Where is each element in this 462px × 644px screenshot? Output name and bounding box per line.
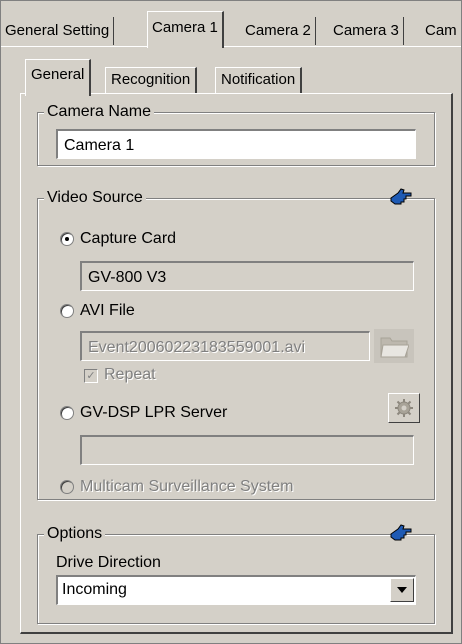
camera-name-group: Camera Name Camera 1: [37, 101, 435, 166]
tab-recognition[interactable]: Recognition: [105, 67, 198, 94]
repeat-checkbox: ✓: [84, 369, 98, 383]
tab-camera-3[interactable]: Camera 3: [329, 17, 404, 45]
avi-file-path-field: Event20060223183559001.avi: [80, 331, 370, 361]
capture-card-device-field: GV-800 V3: [80, 261, 414, 291]
pointing-hand-icon[interactable]: [388, 521, 414, 545]
gear-icon: [395, 399, 413, 417]
repeat-label: Repeat: [104, 366, 156, 383]
triangle-down-icon: [397, 587, 407, 593]
outer-tab-strip: General Setting Camera 1 Camera 2 Camera…: [1, 1, 461, 48]
tab-divider: [1, 46, 461, 47]
avi-file-label: AVI File: [80, 302, 135, 319]
folder-icon[interactable]: [374, 329, 414, 363]
settings-panel: General Setting Camera 1 Camera 2 Camera…: [0, 0, 462, 644]
dropdown-arrow-button[interactable]: [390, 578, 414, 602]
tab-general-setting[interactable]: General Setting: [1, 17, 115, 45]
options-group: Options Drive Direction Incoming: [37, 523, 435, 624]
options-legend: Options: [44, 523, 106, 545]
drive-direction-value: Incoming: [62, 581, 127, 598]
video-source-group: Video Source Capture Card GV-800 V3 AVI …: [37, 187, 435, 500]
gv-dsp-radio-button[interactable]: [60, 406, 74, 420]
drive-direction-select[interactable]: Incoming: [56, 575, 416, 605]
drive-direction-label: Drive Direction: [56, 554, 161, 571]
tab-camera-4[interactable]: Cam: [421, 17, 461, 45]
general-page: Camera Name Camera 1 Video Source Captur…: [20, 93, 453, 634]
gear-button[interactable]: [388, 393, 420, 423]
tab-notification[interactable]: Notification: [215, 67, 303, 94]
capture-card-label: Capture Card: [80, 230, 177, 247]
gv-dsp-server-field: [80, 435, 414, 465]
multicam-label: Multicam Surveillance System: [80, 478, 294, 495]
avi-file-radio-button[interactable]: [60, 304, 74, 318]
capture-card-radio-button[interactable]: [60, 232, 74, 246]
camera-name-legend: Camera Name: [44, 101, 155, 123]
multicam-radio-button: [60, 480, 74, 494]
gv-dsp-label: GV-DSP LPR Server: [80, 404, 228, 421]
tab-camera-1[interactable]: Camera 1: [147, 11, 224, 48]
video-source-legend: Video Source: [44, 187, 146, 209]
tab-camera-2[interactable]: Camera 2: [241, 17, 316, 45]
tab-general[interactable]: General: [25, 59, 92, 96]
camera-name-input[interactable]: Camera 1: [56, 129, 416, 159]
pointing-hand-icon[interactable]: [388, 185, 414, 209]
